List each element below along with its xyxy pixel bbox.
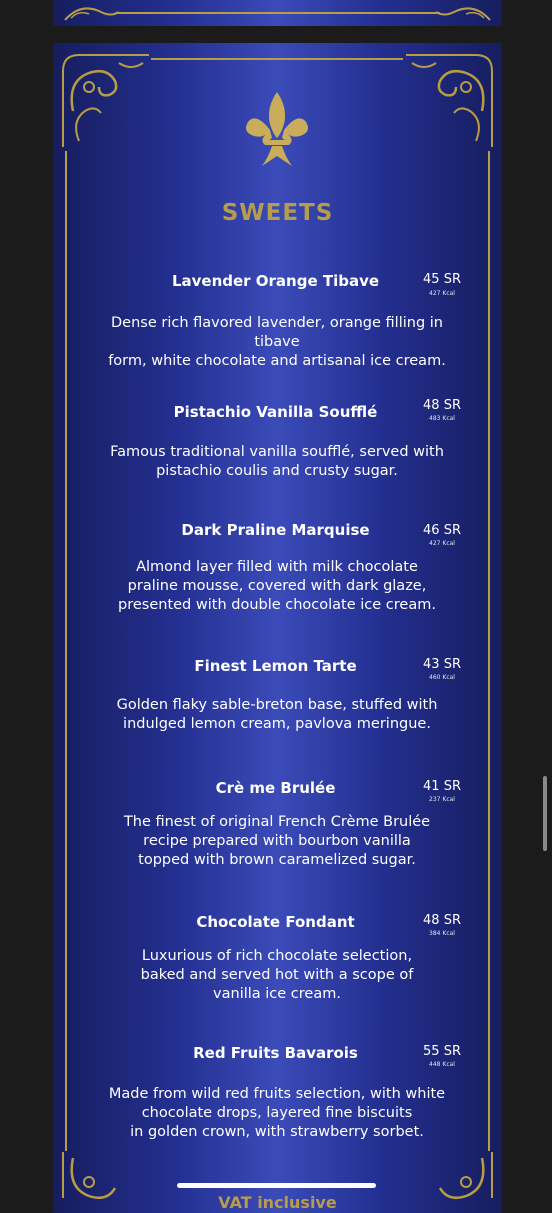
section-title: SWEETS <box>221 200 334 226</box>
frame-line-top <box>151 58 403 60</box>
frame-line-right <box>488 151 490 1151</box>
item-description: The finest of original French Crème Brul… <box>123 814 431 868</box>
item-price: 46 SR <box>423 523 461 538</box>
ornament-corner-icon <box>64 7 120 21</box>
ornament-corner-icon <box>435 7 491 21</box>
item-kcal: 483 Kcal <box>429 415 455 422</box>
item-name: Red Fruits Bavarois <box>193 1044 358 1062</box>
scrollbar[interactable] <box>543 776 547 851</box>
item-kcal: 427 Kcal <box>429 290 455 297</box>
vat-note: VAT inclusive <box>218 1193 337 1212</box>
sweets-menu-page: SWEETS Lavender Orange Tibave 45 SR 427 … <box>53 43 502 1213</box>
item-price: 43 SR <box>423 657 461 672</box>
home-indicator[interactable] <box>177 1183 376 1188</box>
item-description: Made from wild red fruits selection, wit… <box>108 1086 446 1140</box>
ornament-corner-icon <box>62 54 149 147</box>
item-description: Dense rich flavored lavender, orange fil… <box>108 315 446 369</box>
item-name: Lavender Orange Tibave <box>171 272 380 290</box>
item-kcal: 448 Kcal <box>429 1061 455 1068</box>
previous-menu-page <box>53 0 502 26</box>
item-description: Luxurious of rich chocolate selection, b… <box>140 948 414 1002</box>
frame-line-left <box>65 151 67 1151</box>
item-kcal: 427 Kcal <box>429 540 455 547</box>
item-kcal: 460 Kcal <box>429 674 455 681</box>
item-description: Famous traditional vanilla soufflé, serv… <box>110 444 444 479</box>
item-name: Dark Praline Marquise <box>181 521 370 539</box>
item-name: Crè me Brulée <box>215 779 336 797</box>
item-price: 48 SR <box>423 398 461 413</box>
item-kcal: 237 Kcal <box>429 796 455 803</box>
item-price: 48 SR <box>423 913 461 928</box>
item-kcal: 384 Kcal <box>429 930 455 937</box>
item-description: Almond layer filled with milk chocolate … <box>118 559 436 613</box>
ornament-corner-icon <box>406 54 493 147</box>
item-name: Pistachio Vanilla Soufflé <box>173 403 378 421</box>
item-price: 45 SR <box>423 272 461 287</box>
frame-line <box>115 12 440 14</box>
fleur-de-lis-icon <box>246 92 308 166</box>
item-name: Finest Lemon Tarte <box>194 657 357 675</box>
item-name: Chocolate Fondant <box>196 913 355 931</box>
item-price: 41 SR <box>423 779 461 794</box>
item-description: Golden flaky sable-breton base, stuffed … <box>116 697 438 732</box>
item-price: 55 SR <box>423 1044 461 1059</box>
